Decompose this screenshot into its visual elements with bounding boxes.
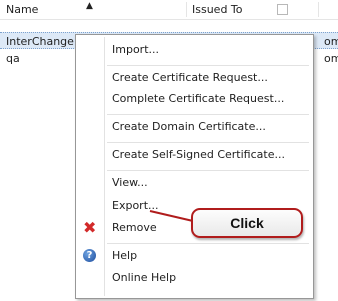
callout-pointer-line bbox=[149, 210, 194, 222]
click-callout: Click bbox=[191, 208, 303, 238]
callout-text: Click bbox=[230, 215, 264, 231]
